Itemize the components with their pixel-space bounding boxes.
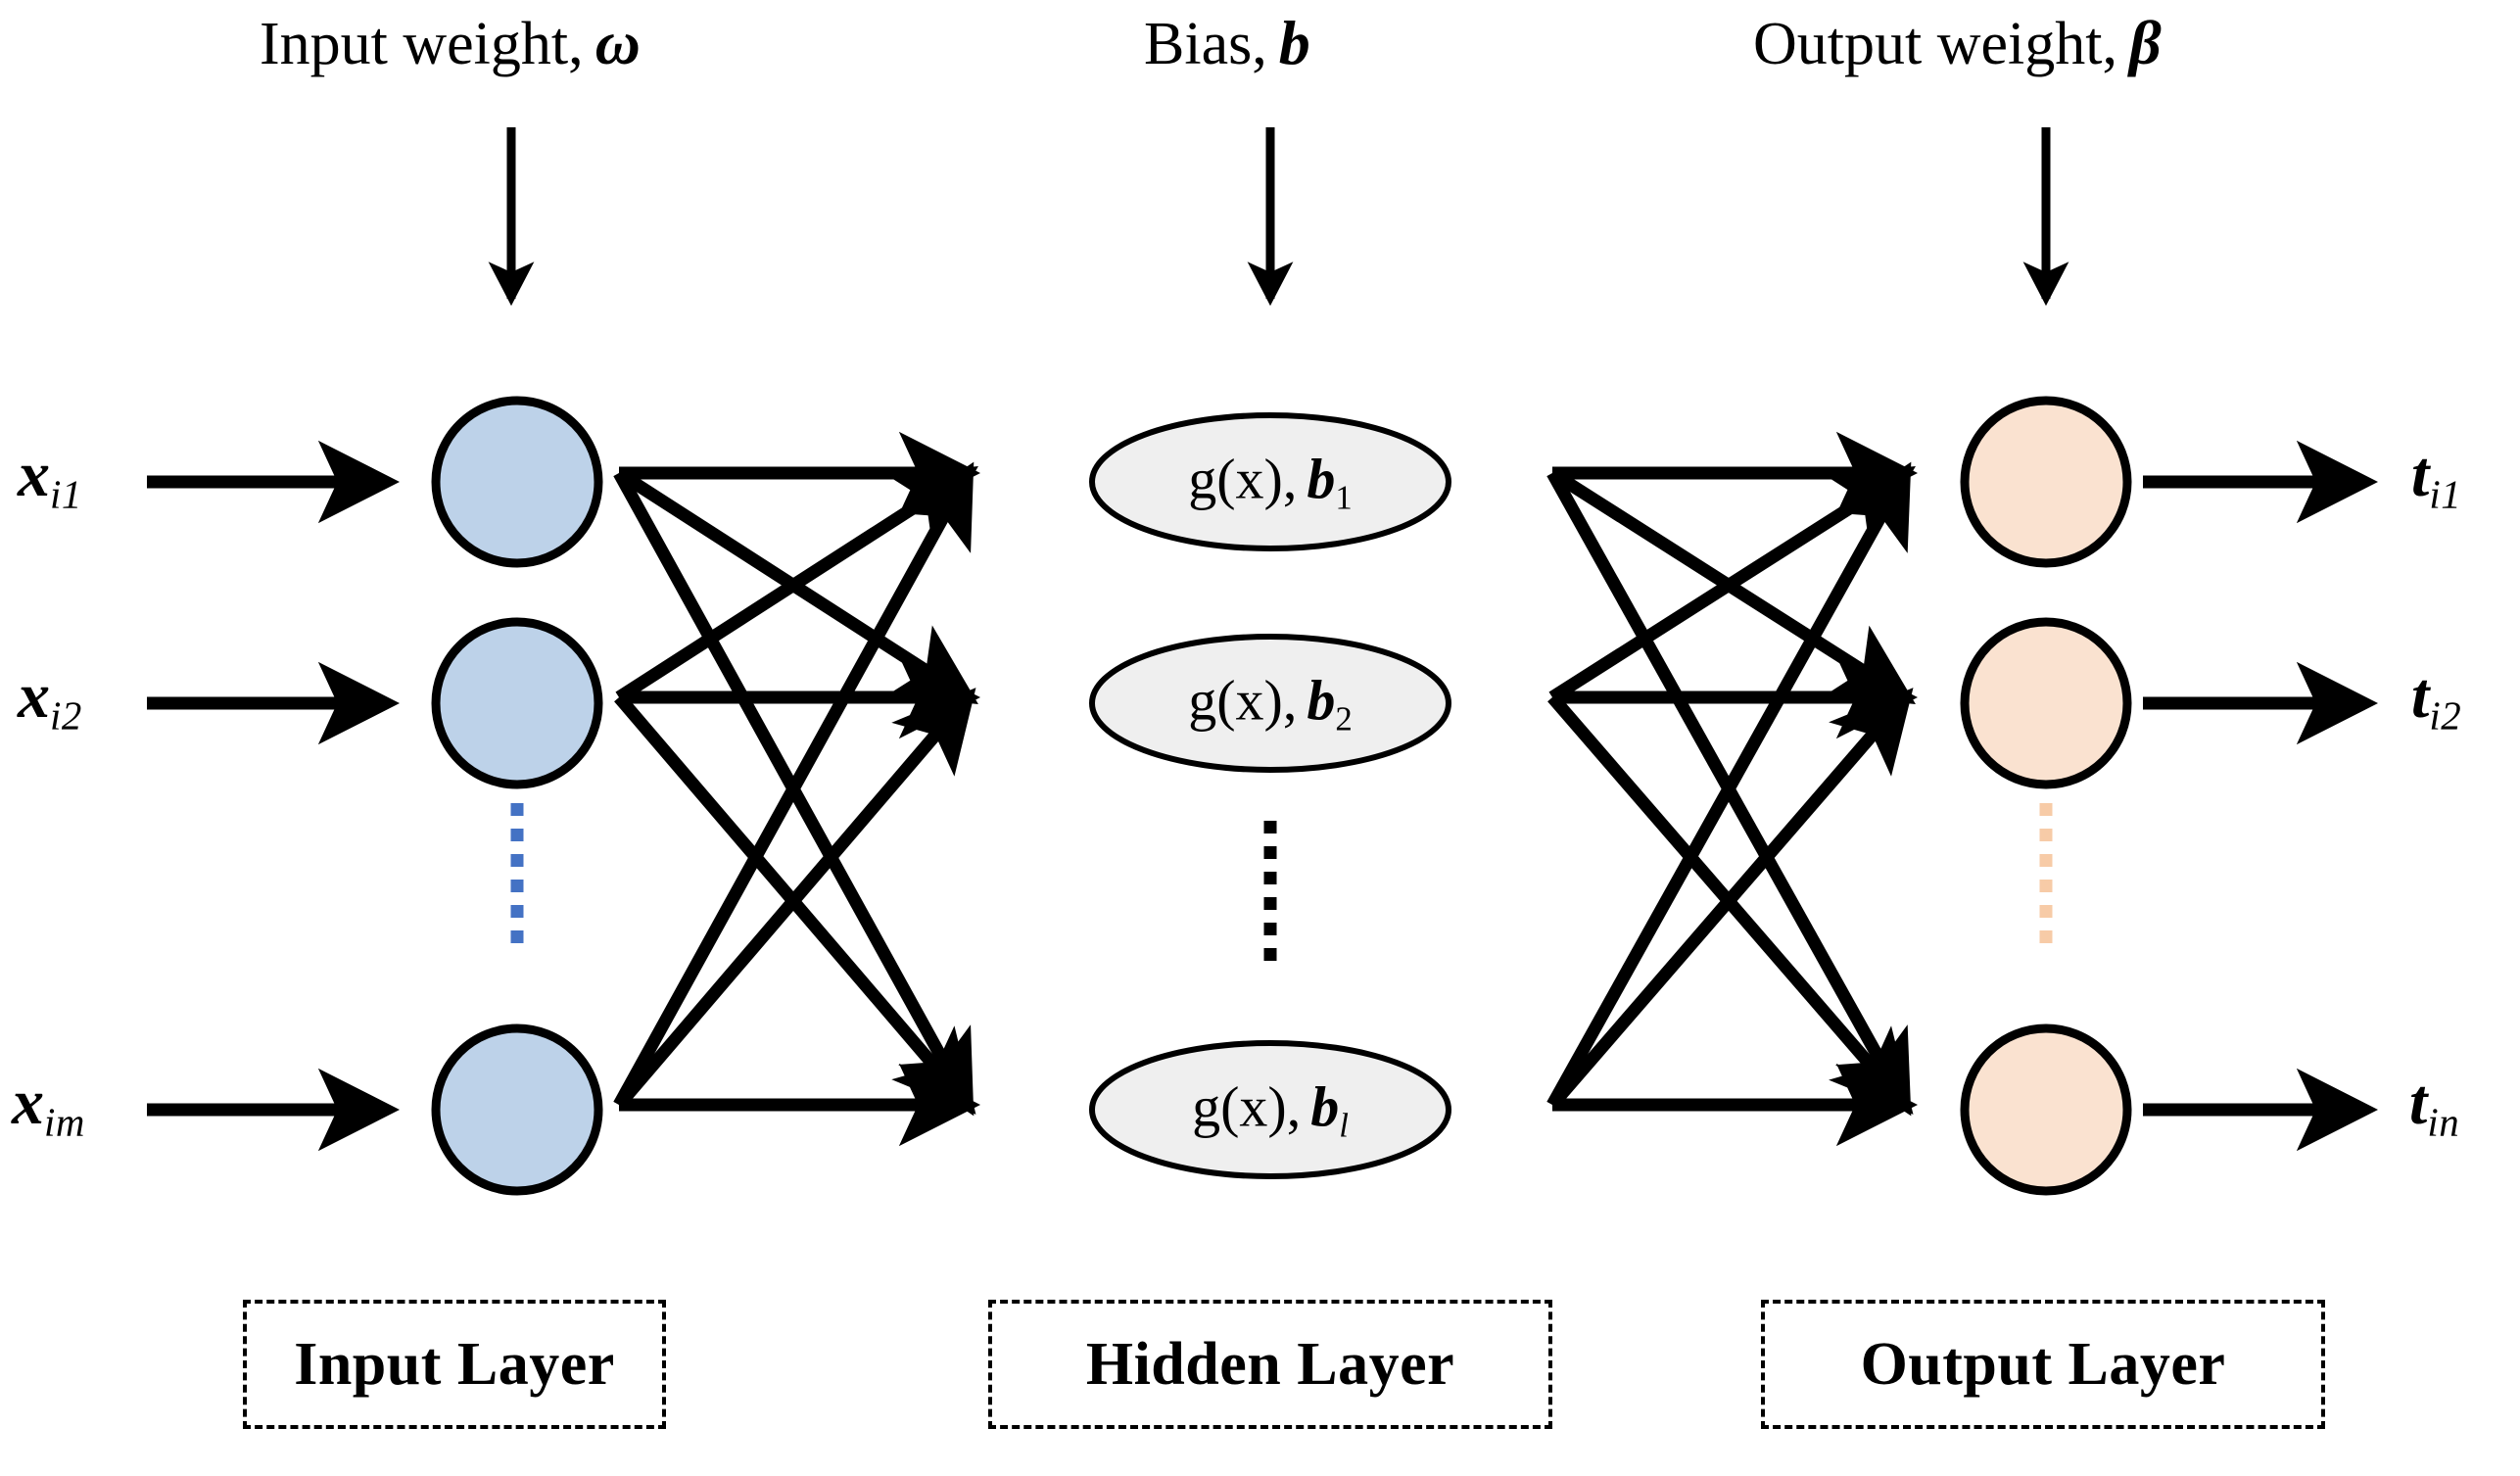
ellipsis-dot — [510, 930, 524, 943]
output-label-1-sub: i1 — [2429, 472, 2462, 517]
input-node-2[interactable] — [431, 617, 603, 789]
output-label-3-base: t — [2409, 1067, 2428, 1138]
hidden-layer-ellipsis-icon — [1263, 821, 1277, 974]
hidden-to-output-connections — [1546, 431, 1918, 1147]
input-layer-ellipsis-icon — [510, 803, 524, 956]
ellipsis-dot — [1263, 872, 1277, 884]
ellipsis-dot — [2039, 905, 2053, 918]
ellipsis-dot — [2039, 829, 2053, 841]
input-weight-annotation: Input weight, ω — [260, 11, 641, 77]
ellipsis-dot — [510, 905, 524, 918]
hidden-node-3-label: g(x), bl — [1192, 1073, 1349, 1145]
bias-text: Bias, — [1144, 11, 1267, 77]
input-label-3-base: x — [12, 1067, 44, 1138]
output-node-2[interactable] — [1960, 617, 2132, 789]
annotation-arrows — [488, 127, 2069, 307]
input-layer-box[interactable]: Input Layer — [243, 1300, 666, 1429]
ellipsis-dot — [510, 854, 524, 867]
bias-annotation: Bias, b — [1144, 11, 1310, 77]
ellipsis-dot — [510, 803, 524, 816]
hidden-node-1-bias: b1 — [1297, 447, 1352, 516]
input-label-1-sub: i1 — [50, 472, 82, 517]
input-layer-box-label: Input Layer — [294, 1330, 615, 1398]
ellipsis-dot — [2039, 930, 2053, 943]
hidden-node-2-label: g(x), b2 — [1188, 667, 1353, 738]
ellipsis-dot — [510, 880, 524, 892]
output-layer-box-label: Output Layer — [1860, 1330, 2226, 1398]
hidden-node-3-bias-sub: l — [1339, 1106, 1349, 1145]
ellipsis-dot — [2039, 880, 2053, 892]
output-weight-annotation: Output weight, β — [1753, 11, 2162, 77]
output-label-3: tin — [2409, 1071, 2459, 1143]
ellipsis-dot — [2039, 854, 2053, 867]
output-label-1: ti1 — [2411, 443, 2461, 515]
ellipsis-dot — [1263, 897, 1277, 910]
output-layer-nodes — [1960, 396, 2132, 1196]
input-node-1[interactable] — [431, 396, 603, 568]
input-label-1-base: x — [18, 439, 50, 510]
input-label-2-base: x — [18, 660, 50, 732]
output-label-2: ti2 — [2411, 664, 2461, 737]
ellipsis-dot — [2039, 803, 2053, 816]
ellipsis-dot — [1263, 948, 1277, 961]
omega-symbol: ω — [594, 8, 641, 77]
hidden-node-3-bias-sym: b — [1310, 1074, 1340, 1139]
elm-network-diagram: Input weight, ω Bias, b Output weight, β xi… — [0, 0, 2520, 1476]
input-node-3[interactable] — [431, 1024, 603, 1196]
output-node-1[interactable] — [1960, 396, 2132, 568]
output-weight-text: Output weight, — [1753, 11, 2117, 77]
output-label-2-sub: i2 — [2429, 693, 2462, 738]
hidden-node-1-function: g(x), — [1188, 447, 1298, 511]
input-feed-arrows — [147, 440, 400, 1152]
output-label-3-sub: in — [2427, 1100, 2460, 1145]
input-label-3: xim — [12, 1071, 85, 1143]
ellipsis-dot — [1263, 846, 1277, 859]
ellipsis-dot — [1263, 923, 1277, 935]
input-label-3-sub: im — [44, 1100, 85, 1145]
input-to-hidden-connections — [613, 431, 980, 1147]
hidden-node-2-bias-sub: 2 — [1335, 699, 1353, 738]
input-layer-nodes — [431, 396, 603, 1196]
input-label-2-sub: i2 — [50, 693, 82, 738]
hidden-layer-box[interactable]: Hidden Layer — [988, 1300, 1552, 1429]
output-node-3[interactable] — [1960, 1024, 2132, 1196]
hidden-node-2-function: g(x), — [1188, 668, 1298, 733]
input-weight-text: Input weight, — [260, 11, 584, 77]
hidden-node-3-function: g(x), — [1192, 1074, 1302, 1139]
output-layer-box[interactable]: Output Layer — [1761, 1300, 2325, 1429]
ellipsis-dot — [510, 829, 524, 841]
hidden-node-1-bias-sub: 1 — [1335, 478, 1353, 517]
hidden-node-1-bias-sym: b — [1307, 447, 1336, 511]
input-label-1: xi1 — [18, 443, 82, 515]
hidden-node-2-bias-sym: b — [1307, 668, 1336, 733]
output-label-1-base: t — [2411, 439, 2430, 510]
hidden-layer-nodes — [1089, 412, 1451, 1179]
hidden-node-2-bias: b2 — [1297, 668, 1352, 738]
beta-symbol: β — [2128, 8, 2162, 77]
input-label-2: xi2 — [18, 664, 82, 737]
b-symbol: b — [1278, 8, 1310, 77]
output-feed-arrows — [2143, 440, 2378, 1152]
hidden-node-3-bias: bl — [1301, 1074, 1349, 1144]
ellipsis-dot — [1263, 821, 1277, 833]
output-label-2-base: t — [2411, 660, 2430, 732]
hidden-node-1-label: g(x), b1 — [1188, 446, 1353, 517]
output-layer-ellipsis-icon — [2039, 803, 2053, 956]
hidden-layer-box-label: Hidden Layer — [1085, 1330, 1455, 1398]
